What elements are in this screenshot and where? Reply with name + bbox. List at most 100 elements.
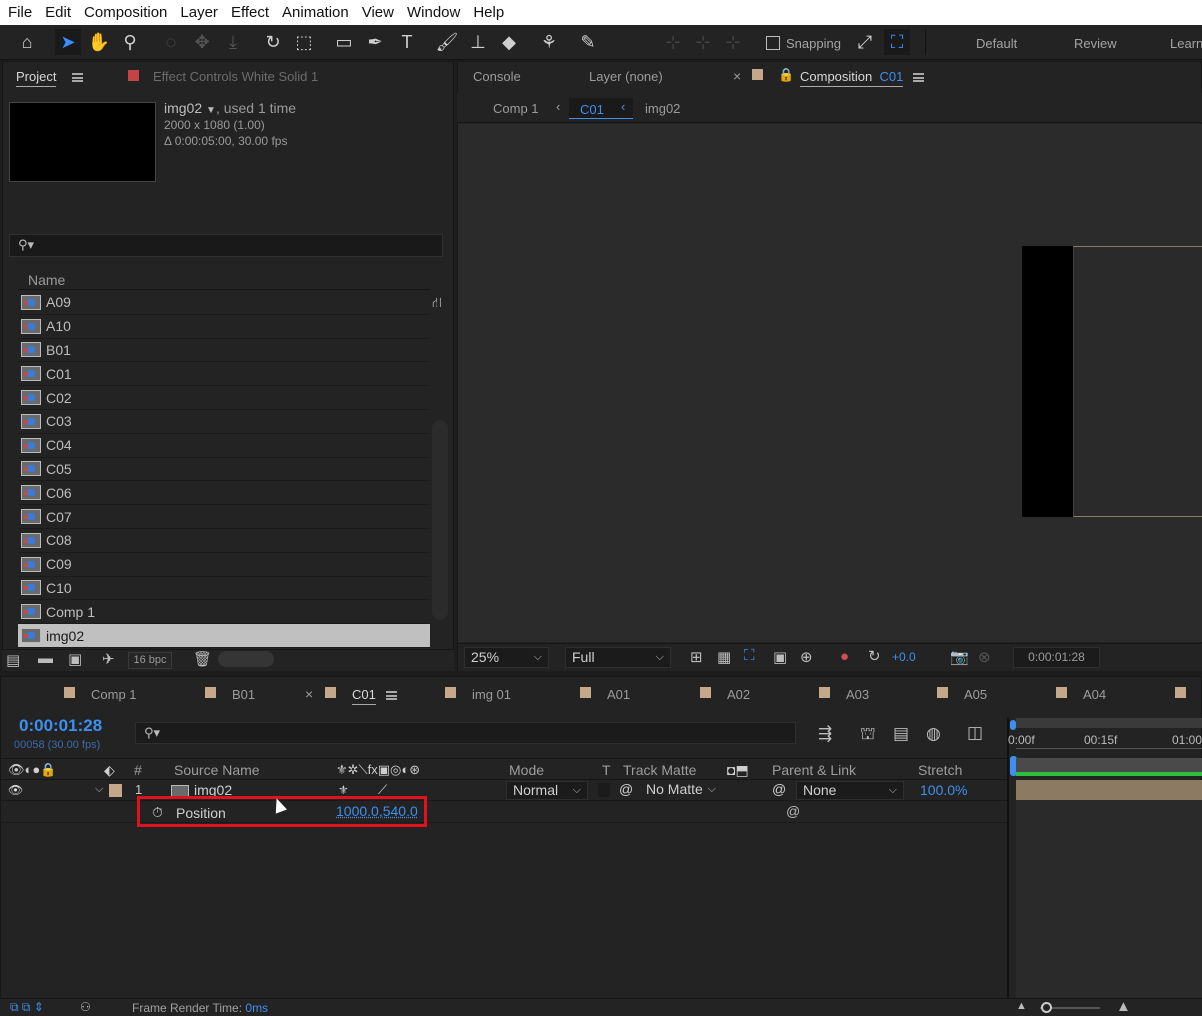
- orbit-camera-icon[interactable]: ◌: [158, 29, 184, 55]
- mask-visibility-icon[interactable]: ⛶: [744, 647, 755, 664]
- menu-view[interactable]: View: [362, 4, 394, 21]
- project-list-item[interactable]: Comp 1: [18, 600, 430, 625]
- snapping-checkbox[interactable]: [766, 36, 780, 50]
- home-icon[interactable]: ⌂: [14, 29, 40, 55]
- bit-depth-button[interactable]: 16 bpc: [128, 652, 172, 669]
- visibility-eye-icon[interactable]: 👁: [8, 783, 23, 797]
- rotation-tool-icon[interactable]: ↻: [260, 29, 286, 55]
- tab-layer[interactable]: Layer (none): [589, 69, 663, 84]
- project-search-input[interactable]: ⚲▾: [9, 234, 443, 257]
- project-list-scrollbar[interactable]: [432, 420, 448, 620]
- trash-icon[interactable]: 🗑: [193, 650, 212, 668]
- project-list-item[interactable]: img02: [18, 624, 430, 648]
- current-time-display[interactable]: 0:00:01:28: [19, 716, 102, 736]
- pan-behind-icon[interactable]: ⬚: [291, 29, 317, 55]
- hand-tool-icon[interactable]: ✋: [86, 29, 112, 55]
- timeline-track-area[interactable]: [1016, 800, 1202, 1000]
- menu-layer[interactable]: Layer: [180, 4, 218, 21]
- project-list-item[interactable]: C03: [18, 410, 430, 434]
- column-mode[interactable]: Mode: [509, 762, 544, 778]
- shy-switch-icon[interactable]: ⚜: [338, 783, 349, 797]
- project-list-item[interactable]: C06: [18, 481, 430, 506]
- draft-3d-icon[interactable]: ⛫: [860, 724, 876, 746]
- parent-dropdown[interactable]: None ⌵: [796, 781, 904, 800]
- menu-file[interactable]: File: [8, 4, 32, 21]
- menu-composition[interactable]: Composition: [84, 4, 167, 21]
- preserve-transparency-toggle[interactable]: [598, 783, 610, 797]
- graph-editor-icon[interactable]: ◫: [967, 723, 983, 743]
- project-list-item[interactable]: B01: [18, 339, 430, 363]
- zoom-dropdown[interactable]: 25% ⌵: [464, 647, 549, 668]
- menu-effect[interactable]: Effect: [231, 4, 269, 21]
- interpret-footage-icon[interactable]: ▤: [6, 651, 20, 669]
- breadcrumb-img02[interactable]: img02: [645, 101, 680, 116]
- timeline-tab[interactable]: A02: [727, 687, 750, 702]
- zoom-slider-thumb[interactable]: [1041, 1002, 1052, 1013]
- eraser-tool-icon[interactable]: ◆: [496, 29, 522, 55]
- axis-view-icon[interactable]: ⊹: [720, 29, 746, 55]
- track-matte-pickwhip-icon[interactable]: @: [619, 781, 633, 797]
- stretch-value[interactable]: 100.0%: [920, 782, 967, 798]
- column-t[interactable]: T: [602, 762, 611, 778]
- menu-help[interactable]: Help: [473, 4, 504, 21]
- timeline-tab[interactable]: Comp 1: [91, 687, 137, 702]
- time-navigator[interactable]: [1016, 718, 1202, 728]
- motion-blur-icon[interactable]: ◍: [926, 724, 941, 744]
- workspace-review[interactable]: Review: [1074, 36, 1117, 51]
- timeline-tab[interactable]: C01: [352, 687, 376, 705]
- timeline-menu-icon[interactable]: [386, 691, 397, 700]
- zoom-in-icon[interactable]: ▲: [1116, 998, 1131, 1015]
- new-composition-icon[interactable]: ▣: [68, 650, 82, 668]
- transparency-grid-icon[interactable]: ▦: [717, 648, 731, 666]
- new-folder-icon[interactable]: ▬: [38, 650, 53, 667]
- dolly-camera-icon[interactable]: ⤓: [220, 29, 246, 55]
- project-list-item[interactable]: A10: [18, 315, 430, 339]
- panel-menu-icon[interactable]: [72, 73, 83, 82]
- breadcrumb-comp1[interactable]: Comp 1: [493, 101, 539, 116]
- fast-previews-icon[interactable]: ⊞: [690, 648, 703, 666]
- project-list-item[interactable]: C05: [18, 458, 430, 482]
- timeline-divider[interactable]: [1007, 718, 1009, 998]
- close-tab-icon[interactable]: ×: [305, 686, 313, 702]
- zoom-tool-icon[interactable]: ⚲: [117, 29, 143, 55]
- twirl-down-icon[interactable]: ⌵: [95, 783, 103, 796]
- position-value[interactable]: 1000.0,540.0: [336, 803, 418, 819]
- channels-icon[interactable]: ●: [840, 648, 849, 665]
- region-of-interest-icon[interactable]: ▣: [773, 648, 787, 666]
- frame-blending-icon[interactable]: ▤: [893, 724, 909, 744]
- zoom-out-icon[interactable]: ▲: [1016, 1000, 1027, 1012]
- layer-duration-bar[interactable]: [1016, 780, 1202, 800]
- timeline-tab[interactable]: B01: [232, 687, 255, 702]
- breadcrumb-c01[interactable]: C01 ‹: [569, 98, 633, 119]
- layer-label-color[interactable]: [109, 784, 122, 797]
- column-track-matte[interactable]: Track Matte: [623, 762, 696, 778]
- viewer-menu-icon[interactable]: [913, 73, 924, 82]
- tab-console[interactable]: Console: [473, 69, 521, 84]
- stopwatch-icon[interactable]: ⏱: [152, 804, 163, 821]
- column-parent-link[interactable]: Parent & Link: [772, 762, 856, 778]
- column-stretch[interactable]: Stretch: [918, 762, 962, 778]
- navigator-start-handle[interactable]: [1010, 720, 1016, 730]
- timeline-search-input[interactable]: ⚲▾: [135, 722, 796, 744]
- thumbnail-slider[interactable]: [218, 651, 274, 667]
- layer-switches-toggle-icon[interactable]: ⧉ ⧉ ⇕: [10, 1000, 44, 1015]
- menu-animation[interactable]: Animation: [282, 4, 349, 21]
- adjust-icon[interactable]: ✈: [102, 650, 115, 668]
- tab-effect-controls[interactable]: Effect Controls White Solid 1: [153, 69, 318, 84]
- pen-tool-icon[interactable]: ✒: [362, 29, 388, 55]
- timeline-tab[interactable]: A05: [964, 687, 987, 702]
- project-list-item[interactable]: C09: [18, 553, 430, 577]
- project-list-item[interactable]: C10: [18, 577, 430, 601]
- workspace-learn[interactable]: Learn: [1170, 36, 1202, 51]
- column-source-name[interactable]: Source Name: [174, 762, 260, 778]
- timeline-tab[interactable]: A04: [1083, 687, 1106, 702]
- layer-bounding-box[interactable]: [1073, 246, 1202, 517]
- grid-guides-icon[interactable]: ⊕: [800, 648, 813, 666]
- column-number[interactable]: #: [134, 762, 142, 778]
- composition-mini-flowchart-icon[interactable]: ⇶: [818, 724, 832, 744]
- snap-options-icon[interactable]: ⤢: [852, 29, 878, 55]
- selection-tool-icon[interactable]: ➤: [55, 29, 81, 55]
- mode-dropdown[interactable]: Normal ⌵: [506, 781, 588, 800]
- project-list-item[interactable]: C08: [18, 529, 430, 553]
- project-list-item[interactable]: C07: [18, 505, 430, 529]
